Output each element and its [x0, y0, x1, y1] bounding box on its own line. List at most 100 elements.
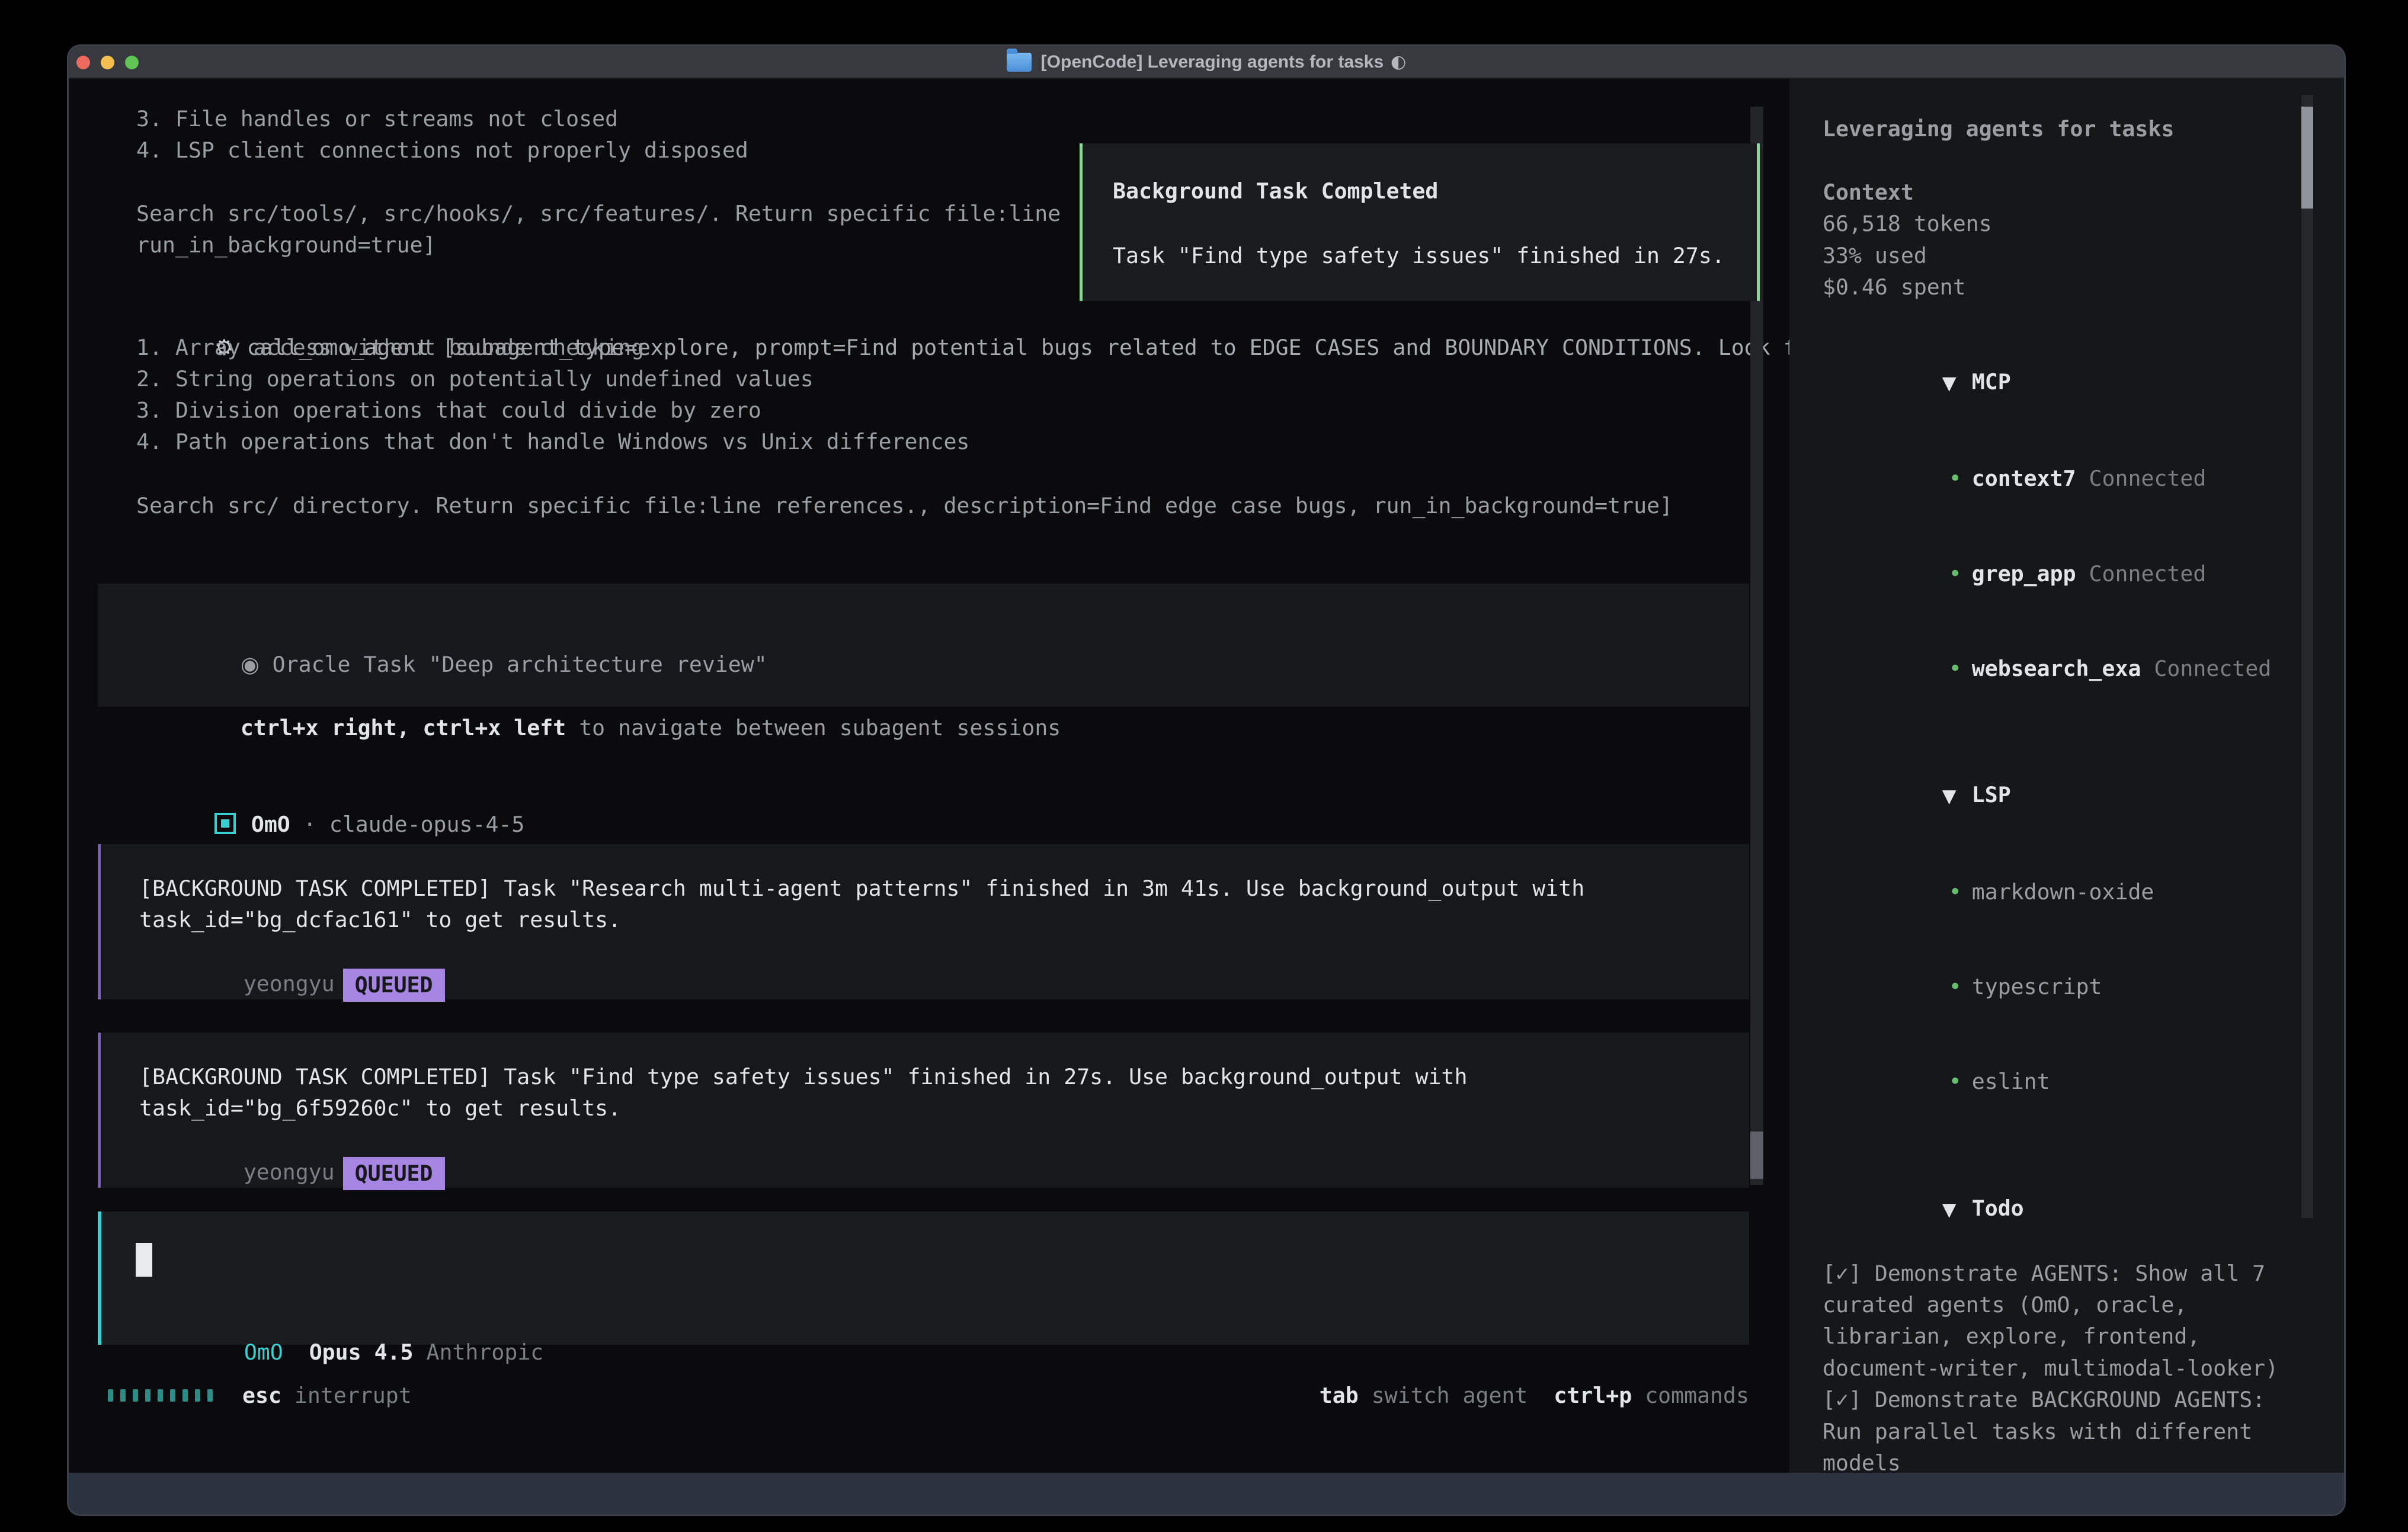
close-button[interactable]	[76, 56, 90, 69]
notification-title: Background Task Completed	[1113, 175, 1438, 207]
tab-key-hint: tab	[1320, 1383, 1359, 1408]
session-title: Leveraging agents for tasks	[1789, 113, 2344, 145]
hint-key-left: ctrl+x left	[422, 715, 566, 741]
agent-model: claude-opus-4-5	[329, 812, 525, 837]
oracle-task-title: Oracle Task "Deep architecture review"	[273, 652, 767, 677]
todo-line: Run parallel tasks with different	[1789, 1416, 2344, 1447]
todo-line: models	[1789, 1447, 2344, 1473]
status-bar: esc interrupt tab switch agent ctrl+p co…	[108, 1380, 1749, 1411]
output-line: run_in_background=true]	[136, 229, 436, 261]
todo-item: [✓] Demonstrate AGENTS: Show all 7 curat…	[1789, 1258, 2344, 1384]
background-task-message: [BACKGROUND TASK COMPLETED] Task "Resear…	[98, 844, 1749, 999]
hint-text: to navigate between subagent sessions	[579, 715, 1061, 741]
main-scrollbar-thumb[interactable]	[1750, 1132, 1763, 1179]
input-provider: Anthropic	[427, 1339, 544, 1365]
notification-body: Task "Find type safety issues" finished …	[1113, 240, 1725, 271]
todo-item: [✓] Demonstrate BACKGROUND AGENTS: Run p…	[1789, 1384, 2344, 1473]
lsp-heading-label: LSP	[1972, 782, 2011, 807]
sidebar: Leveraging agents for tasks Context 66,5…	[1789, 79, 2344, 1473]
message-line-2: task_id="bg_6f59260c" to get results.	[139, 1092, 621, 1124]
esc-key-hint: esc	[242, 1383, 281, 1408]
output-line: 3. File handles or streams not closed	[136, 103, 618, 134]
ctrlp-key-label: commands	[1645, 1383, 1749, 1408]
input-status-row: OmO Opus 4.5 Anthropic	[140, 1305, 543, 1337]
mcp-item-name: websearch_exa	[1972, 656, 2141, 681]
message-footer: yeongyuQUEUED	[139, 934, 445, 967]
output-line: 2. String operations on potentially unde…	[136, 363, 814, 395]
bullet-icon: •	[1949, 1066, 1972, 1097]
agent-header: OmO · claude-opus-4-5	[136, 777, 524, 809]
window-bottom-bar	[69, 1473, 2344, 1514]
fisheye-icon: ◉	[241, 652, 260, 677]
lsp-item: •eslint	[1789, 1034, 2344, 1129]
oracle-task-box: ◉ Oracle Task "Deep architecture review"…	[98, 584, 1749, 707]
traffic-lights	[76, 56, 139, 69]
output-line: 4. Path operations that don't handle Win…	[136, 426, 969, 457]
zoom-button[interactable]	[125, 56, 139, 69]
mcp-item-status: Connected	[2154, 656, 2271, 681]
message-line-2: task_id="bg_dcfac161" to get results.	[139, 904, 621, 935]
output-line: 4. LSP client connections not properly d…	[136, 134, 748, 166]
mcp-item-status: Connected	[2089, 561, 2207, 586]
oracle-task-header: ◉ Oracle Task "Deep architecture review"	[136, 617, 767, 649]
lsp-heading[interactable]: ▼LSP	[1789, 748, 2344, 844]
hint-key-right: ctrl+x right,	[241, 715, 410, 741]
lsp-item-name: eslint	[1972, 1069, 2050, 1094]
chevron-down-icon: ▼	[1942, 1194, 1972, 1226]
sidebar-scrollbar-thumb[interactable]	[2301, 107, 2313, 209]
mcp-item-status: Connected	[2089, 466, 2207, 491]
mcp-item: •context7 Connected	[1789, 431, 2344, 526]
mcp-item: •grep_app Connected	[1789, 526, 2344, 621]
queued-badge: QUEUED	[343, 1157, 445, 1190]
username: yeongyu	[244, 1159, 335, 1185]
agent-name: OmO	[251, 812, 290, 837]
mcp-item-name: grep_app	[1972, 561, 2076, 586]
folder-icon	[1007, 53, 1032, 72]
context-tokens: 66,518 tokens	[1789, 208, 2344, 239]
window-title: [OpenCode] Leveraging agents for tasks ◐	[1007, 52, 1407, 72]
esc-key-label: interrupt	[294, 1383, 412, 1408]
bullet-icon: •	[1949, 463, 1972, 494]
notification-toast: Background Task Completed Task "Find typ…	[1080, 143, 1760, 301]
context-heading: Context	[1789, 177, 2344, 208]
tool-call-line: ⚙ call_omo_agent [subagent_type=explore,…	[136, 300, 1823, 332]
tab-key-label: switch agent	[1372, 1383, 1528, 1408]
mcp-heading-label: MCP	[1972, 369, 2011, 395]
message-line-1: [BACKGROUND TASK COMPLETED] Task "Find t…	[139, 1061, 1467, 1092]
todo-line: document-writer, multimodal-looker)	[1789, 1352, 2344, 1384]
todo-heading[interactable]: ▼Todo	[1789, 1161, 2344, 1257]
desktop: [OpenCode] Leveraging agents for tasks ◐…	[0, 0, 2408, 1532]
message-line-1: [BACKGROUND TASK COMPLETED] Task "Resear…	[139, 873, 1584, 904]
sidebar-scrollbar[interactable]	[2301, 95, 2313, 1218]
window-titlebar[interactable]: [OpenCode] Leveraging agents for tasks ◐	[69, 46, 2344, 79]
half-circle-state-icon: ◐	[1391, 52, 1406, 72]
context-used: 33% used	[1789, 240, 2344, 271]
output-line: Search src/ directory. Return specific f…	[136, 490, 1673, 521]
output-line: Search src/tools/, src/hooks/, src/featu…	[136, 198, 1061, 229]
output-line: 1. Array access without bounds checking	[136, 332, 644, 363]
lsp-item-name: markdown-oxide	[1972, 879, 2154, 905]
lsp-item: •typescript	[1789, 940, 2344, 1034]
chevron-down-icon: ▼	[1942, 781, 1972, 812]
todo-line: librarian, explore, frontend,	[1789, 1321, 2344, 1352]
background-task-message: [BACKGROUND TASK COMPLETED] Task "Find t…	[98, 1033, 1749, 1188]
bullet-icon: •	[1949, 876, 1972, 908]
lsp-item-name: typescript	[1972, 974, 2102, 999]
mcp-item-name: context7	[1972, 466, 2076, 491]
ctrlp-key-hint: ctrl+p	[1554, 1383, 1632, 1408]
context-spent: $0.46 spent	[1789, 271, 2344, 303]
username: yeongyu	[244, 971, 335, 996]
prompt-input[interactable]: OmO Opus 4.5 Anthropic	[98, 1212, 1749, 1345]
status-right: tab switch agent ctrl+p commands	[1320, 1383, 1749, 1408]
todo-line: [✓] Demonstrate AGENTS: Show all 7	[1789, 1258, 2344, 1289]
mcp-section: ▼MCP •context7 Connected •grep_app Conne…	[1789, 335, 2344, 716]
message-footer: yeongyuQUEUED	[139, 1123, 445, 1156]
context-section: Context 66,518 tokens 33% used $0.46 spe…	[1789, 177, 2344, 303]
mcp-heading[interactable]: ▼MCP	[1789, 335, 2344, 431]
minimize-button[interactable]	[101, 56, 114, 69]
opencode-terminal-window: [OpenCode] Leveraging agents for tasks ◐…	[69, 46, 2344, 1514]
output-line: 3. Division operations that could divide…	[136, 395, 761, 426]
bullet-icon: •	[1949, 653, 1972, 684]
input-agent-name: OmO	[244, 1339, 283, 1365]
todo-line: [✓] Demonstrate BACKGROUND AGENTS:	[1789, 1384, 2344, 1415]
